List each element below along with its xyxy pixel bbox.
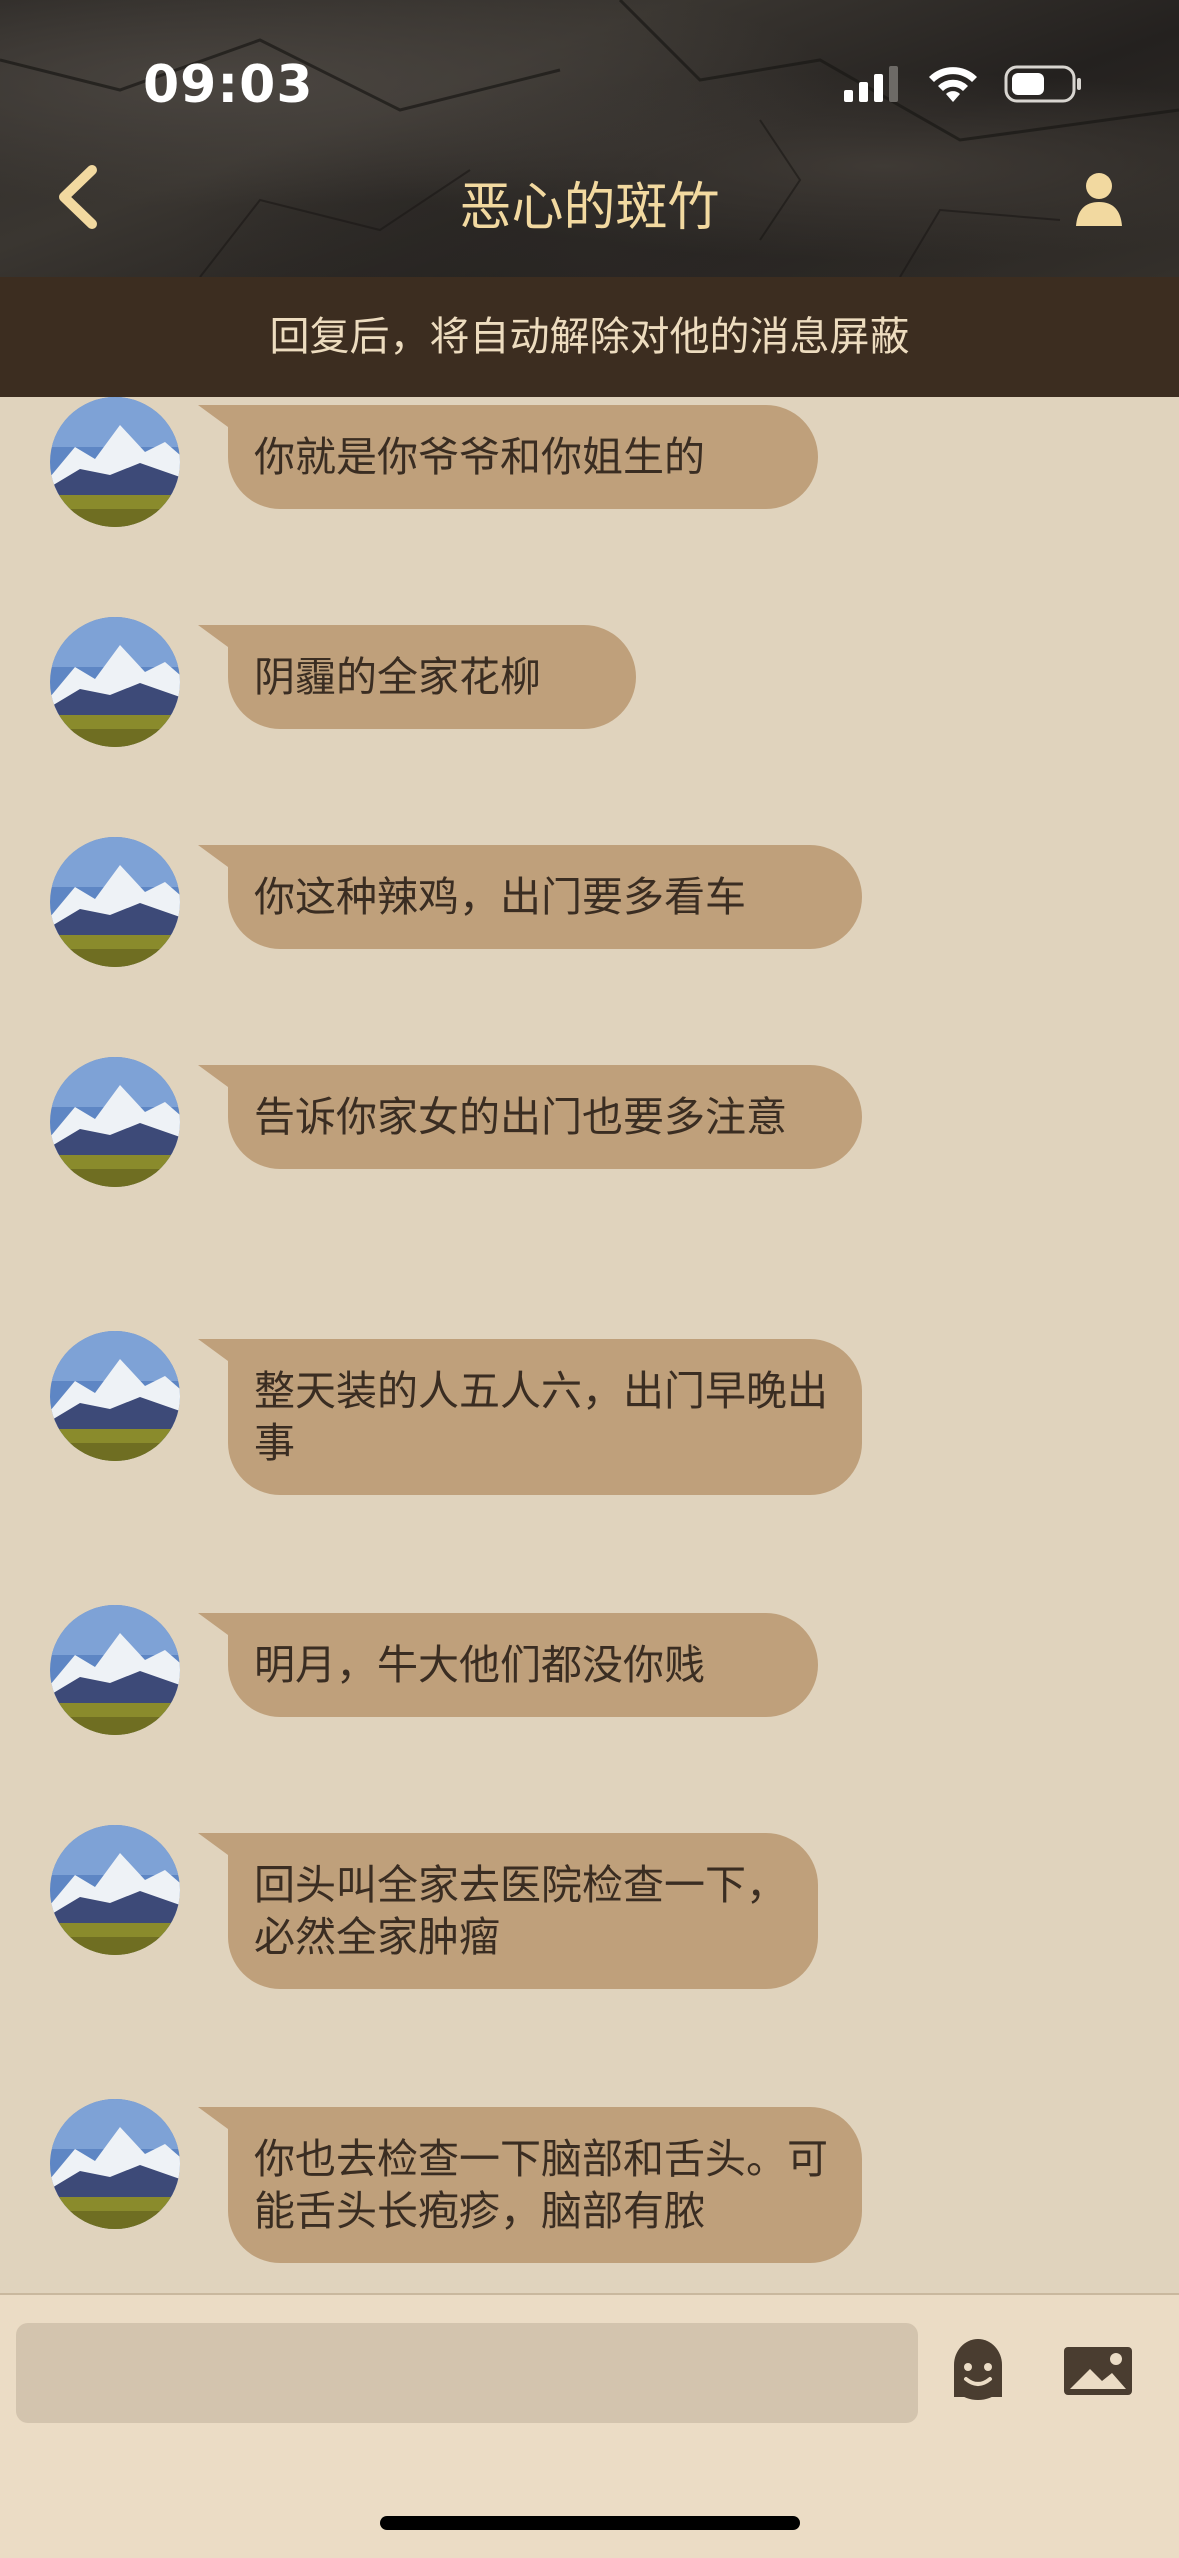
avatar[interactable] bbox=[50, 1331, 180, 1461]
mountain-photo bbox=[50, 617, 180, 747]
message-bubble[interactable]: 告诉你家女的出门也要多注意 bbox=[198, 1065, 862, 1169]
status-time: 09:03 bbox=[143, 55, 314, 115]
unblock-notice: 回复后，将自动解除对他的消息屏蔽 bbox=[0, 277, 1179, 397]
chat-title: 恶心的斑竹 bbox=[459, 178, 720, 238]
mountain-photo bbox=[50, 837, 180, 967]
avatar[interactable] bbox=[50, 397, 180, 527]
message-bubble[interactable]: 你也去检查一下脑部和舌头。可能舌头长疱疹，脑部有脓 bbox=[198, 2107, 862, 2263]
avatar[interactable] bbox=[50, 617, 180, 747]
mountain-photo bbox=[50, 397, 180, 527]
message-bubble[interactable]: 阴霾的全家花柳 bbox=[198, 625, 636, 729]
avatar[interactable] bbox=[50, 837, 180, 967]
emoji-face-icon[interactable] bbox=[948, 2335, 1008, 2403]
wifi-icon bbox=[929, 67, 977, 102]
message-bubble[interactable]: 你这种辣鸡，出门要多看车 bbox=[198, 845, 862, 949]
mountain-photo bbox=[50, 1057, 180, 1187]
message-bubble[interactable]: 回头叫全家去医院检查一下，必然全家肿瘤 bbox=[198, 1833, 818, 1989]
message-bubble[interactable]: 整天装的人五人六，出门早晚出事 bbox=[198, 1339, 862, 1495]
image-icon[interactable] bbox=[1062, 2345, 1134, 2397]
mountain-photo bbox=[50, 2099, 180, 2229]
mountain-photo bbox=[50, 1825, 180, 1955]
person-icon[interactable] bbox=[1074, 168, 1124, 228]
avatar[interactable] bbox=[50, 1605, 180, 1735]
header: 09:03 恶心的斑竹 bbox=[0, 0, 1179, 277]
message-input[interactable] bbox=[16, 2323, 918, 2423]
home-indicator[interactable] bbox=[380, 2516, 800, 2530]
signal-icon bbox=[844, 66, 898, 102]
battery-icon bbox=[1004, 65, 1081, 103]
avatar[interactable] bbox=[50, 1057, 180, 1187]
avatar[interactable] bbox=[50, 1825, 180, 1955]
message-bubble[interactable]: 你就是你爷爷和你姐生的 bbox=[198, 405, 818, 509]
status-icons bbox=[842, 62, 1084, 106]
mountain-photo bbox=[50, 1331, 180, 1461]
message-list[interactable]: 你就是你爷爷和你姐生的 阴霾的全家花柳 你这种辣鸡，出门要多看车 告诉你家女的出… bbox=[0, 397, 1179, 2293]
mountain-photo bbox=[50, 1605, 180, 1735]
avatar[interactable] bbox=[50, 2099, 180, 2229]
message-bubble[interactable]: 明月，牛大他们都没你贱 bbox=[198, 1613, 818, 1717]
